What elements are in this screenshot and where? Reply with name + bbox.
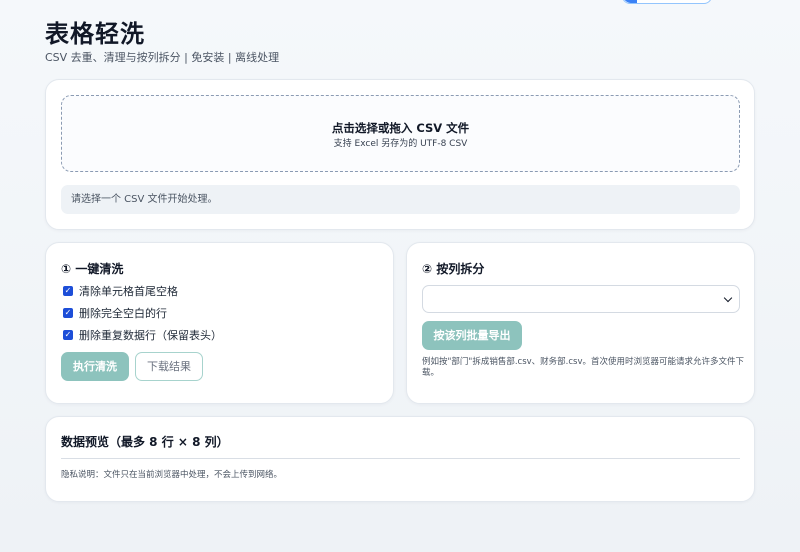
preview-card: 数据预览（最多 8 行 × 8 列） 隐私说明：文件只在当前浏览器中处理，不会上… xyxy=(45,416,755,502)
option-remove-empty-rows[interactable]: ✓ 删除完全空白的行 xyxy=(63,306,167,320)
option-label: 删除重复数据行（保留表头） xyxy=(79,329,222,342)
split-hint: 例如按"部门"拆成销售部.csv、财务部.csv。首次使用时浏览器可能请求允许多… xyxy=(422,357,744,378)
file-dropzone[interactable]: 点击选择或拖入 CSV 文件 支持 Excel 另存为的 UTF-8 CSV xyxy=(61,95,740,172)
dropzone-hint: 支持 Excel 另存为的 UTF-8 CSV xyxy=(333,139,468,149)
split-card: ② 按列拆分 按该列批量导出 例如按"部门"拆成销售部.csv、财务部.csv。… xyxy=(406,242,755,404)
clean-card: ① 一键清洗 ✓ 清除单元格首尾空格 ✓ 删除完全空白的行 ✓ 删除重复数据行（… xyxy=(45,242,394,404)
batch-export-button[interactable]: 按该列批量导出 xyxy=(422,321,522,350)
app-title: 表格轻洗 xyxy=(45,20,145,48)
privacy-note: 隐私说明：文件只在当前浏览器中处理，不会上传到网络。 xyxy=(61,470,283,480)
toggle-indicator xyxy=(623,0,637,3)
check-icon[interactable]: ✓ xyxy=(63,286,73,296)
download-result-button[interactable]: 下载结果 xyxy=(135,352,203,381)
split-heading: ② 按列拆分 xyxy=(422,262,485,276)
preview-divider xyxy=(61,458,740,459)
option-trim-spaces[interactable]: ✓ 清除单元格首尾空格 xyxy=(63,284,178,298)
dropzone-title: 点击选择或拖入 CSV 文件 xyxy=(331,121,470,135)
option-remove-duplicates[interactable]: ✓ 删除重复数据行（保留表头） xyxy=(63,328,222,342)
top-toggle[interactable] xyxy=(622,0,712,4)
check-icon[interactable]: ✓ xyxy=(63,308,73,318)
split-column-select[interactable] xyxy=(422,285,740,313)
upload-card: 点击选择或拖入 CSV 文件 支持 Excel 另存为的 UTF-8 CSV 请… xyxy=(45,79,755,230)
option-label: 删除完全空白的行 xyxy=(79,307,167,320)
app-subtitle: CSV 去重、清理与按列拆分 | 免安装 | 离线处理 xyxy=(45,51,280,64)
option-label: 清除单元格首尾空格 xyxy=(79,285,178,298)
run-clean-button[interactable]: 执行清洗 xyxy=(61,352,129,381)
status-message: 请选择一个 CSV 文件开始处理。 xyxy=(61,185,740,214)
preview-heading: 数据预览（最多 8 行 × 8 列） xyxy=(61,435,229,449)
clean-heading: ① 一键清洗 xyxy=(61,262,124,276)
chevron-down-icon xyxy=(723,293,733,303)
check-icon[interactable]: ✓ xyxy=(63,330,73,340)
